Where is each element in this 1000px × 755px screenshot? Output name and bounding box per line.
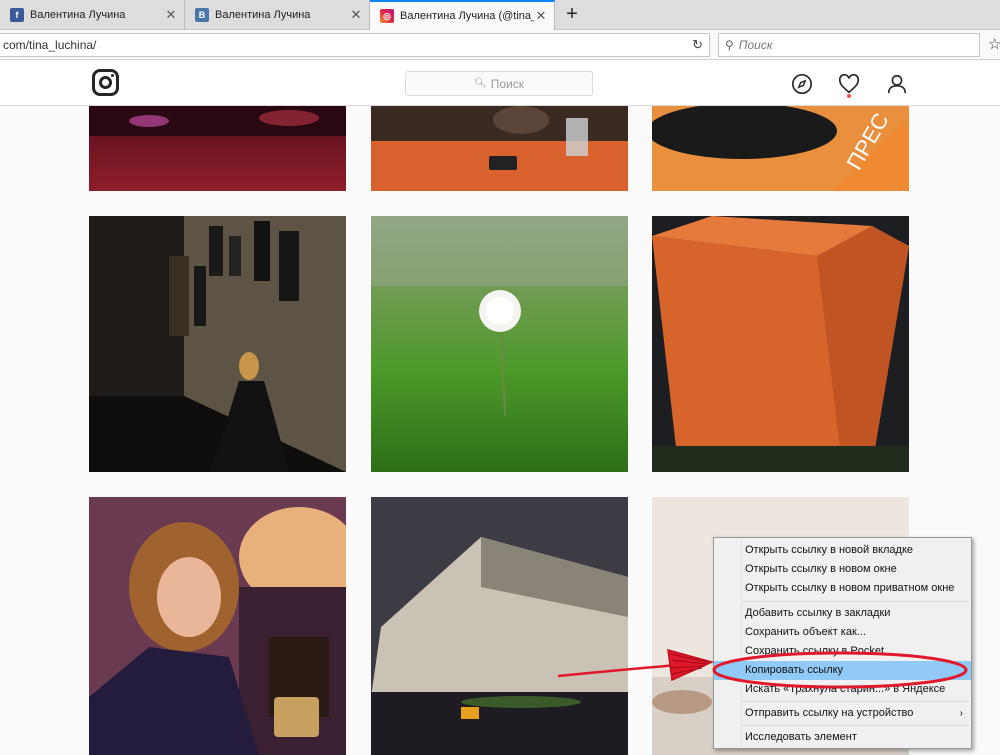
context-menu: Открыть ссылку в новой вкладке Открыть с…	[713, 537, 972, 749]
photo-building-art	[371, 497, 628, 755]
tab-vk[interactable]: В Валентина Лучина ✕	[185, 0, 370, 30]
menu-item-bookmark-link[interactable]: Добавить ссылку в закладки	[714, 604, 971, 623]
photo-press[interactable]: ПРЕС	[652, 106, 909, 191]
close-icon[interactable]: ✕	[349, 7, 363, 23]
menu-item-inspect-element[interactable]: Исследовать элемент	[714, 728, 971, 747]
menu-item-send-to-device[interactable]: Отправить ссылку на устройство ›	[714, 704, 971, 723]
instagram-logo-icon[interactable]	[92, 69, 119, 96]
photo-table[interactable]	[371, 106, 628, 191]
menu-item-copy-link[interactable]: Копировать ссылку	[714, 661, 971, 680]
instagram-search-input[interactable]: 🔍︎ Поиск	[405, 71, 593, 96]
photo-table-art	[371, 106, 628, 191]
photo-building[interactable]	[371, 497, 628, 755]
tab-title: Валентина Лучина	[215, 9, 311, 21]
heart-icon[interactable]	[838, 73, 860, 95]
menu-item-open-new-window[interactable]: Открыть ссылку в новом окне	[714, 560, 971, 579]
tab-facebook[interactable]: f Валентина Лучина ✕	[0, 0, 185, 30]
reload-icon[interactable]: ↻	[692, 37, 703, 53]
photo-stage[interactable]	[89, 106, 346, 191]
address-url: com/tina_luchina/	[3, 38, 97, 52]
bookmark-star-icon[interactable]: ☆	[988, 35, 1000, 53]
tab-instagram[interactable]: ◎ Валентина Лучина (@tina_l ✕	[370, 0, 555, 30]
photo-bin-art	[652, 216, 909, 472]
menu-separator	[743, 725, 969, 726]
menu-separator	[743, 701, 969, 702]
address-bar[interactable]: com/tina_luchina/ ↻	[0, 33, 710, 57]
close-icon[interactable]: ✕	[534, 8, 548, 24]
instagram-icon: ◎	[380, 9, 394, 23]
vk-icon: В	[195, 8, 209, 22]
menu-item-open-private-window[interactable]: Открыть ссылку в новом приватном окне	[714, 579, 971, 598]
menu-item-save-pocket[interactable]: Сохранить ссылку в Pocket	[714, 642, 971, 661]
notification-dot	[847, 94, 851, 98]
menu-item-label: Отправить ссылку на устройство	[745, 707, 914, 719]
profile-icon[interactable]	[886, 73, 908, 95]
tab-title: Валентина Лучина (@tina_l	[400, 10, 534, 22]
menu-item-open-new-tab[interactable]: Открыть ссылку в новой вкладке	[714, 541, 971, 560]
compass-icon[interactable]	[791, 73, 813, 95]
photo-portrait[interactable]	[89, 497, 346, 755]
close-icon[interactable]: ✕	[164, 7, 178, 23]
photo-portrait-art	[89, 497, 346, 755]
browser-nav-bar: com/tina_luchina/ ↻ ⚲ Поиск	[0, 30, 1000, 60]
photo-press-art: ПРЕС	[652, 106, 909, 191]
menu-item-save-object[interactable]: Сохранить объект как...	[714, 623, 971, 642]
chevron-right-icon: ›	[959, 708, 963, 719]
instagram-search-placeholder: Поиск	[490, 76, 524, 91]
search-icon: ⚲	[725, 38, 734, 52]
instagram-header: 🔍︎ Поиск	[0, 61, 1000, 106]
menu-item-search-yandex[interactable]: Искать «Трахнула старин...» в Яндексе	[714, 680, 971, 699]
photo-stage-art	[89, 106, 346, 136]
menu-separator	[743, 601, 969, 602]
photo-dandelion[interactable]	[371, 216, 628, 472]
facebook-icon: f	[10, 8, 24, 22]
search-placeholder: Поиск	[738, 38, 773, 52]
browser-tab-bar: f Валентина Лучина ✕ В Валентина Лучина …	[0, 0, 1000, 30]
new-tab-button[interactable]: +	[561, 4, 583, 26]
photo-bin[interactable]	[652, 216, 909, 472]
search-icon: 🔍︎	[474, 78, 487, 89]
photo-gallery-art	[89, 216, 346, 472]
photo-gallery[interactable]	[89, 216, 346, 472]
tab-title: Валентина Лучина	[30, 9, 126, 21]
browser-search-input[interactable]: ⚲ Поиск	[718, 33, 980, 57]
photo-dandelion-art	[371, 216, 628, 472]
